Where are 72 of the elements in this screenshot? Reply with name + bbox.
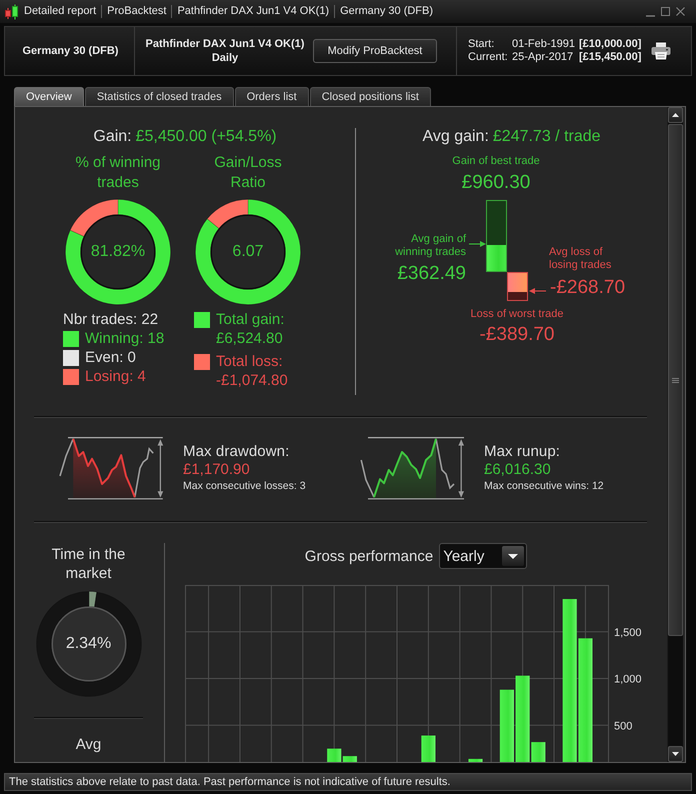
title-part: Pathfinder DAX Jun1 V4 OK(1) bbox=[171, 5, 334, 18]
extreme-label: Max drawdown: bbox=[183, 443, 290, 461]
legend-label: Even: 0 bbox=[85, 348, 136, 367]
legend-label: Losing: 4 bbox=[85, 367, 146, 386]
extreme-note: Max consecutive wins: 12 bbox=[484, 480, 604, 493]
extreme-value: £1,170.90 bbox=[183, 461, 250, 479]
avg-loss-label: Avg loss of losing trades bbox=[549, 246, 612, 273]
y-tick-label: 500 bbox=[614, 720, 632, 732]
avg-gain-label: Avg gain: bbox=[422, 129, 489, 145]
best-trade-value: £960.30 bbox=[462, 172, 530, 194]
system-name: Pathfinder DAX Jun1 V4 OK(1) bbox=[146, 37, 304, 51]
legend-label: Winning: 18 bbox=[85, 329, 164, 348]
leader-arrow bbox=[529, 287, 546, 295]
donut-reading: 81.82% bbox=[90, 243, 146, 261]
close-icon[interactable] bbox=[675, 6, 686, 17]
extreme-label: Max runup: bbox=[484, 443, 560, 461]
disclaimer-text: The statistics above relate to past data. Past performance is not indicative of future results. bbox=[9, 776, 450, 788]
y-tick-label: 1,000 bbox=[614, 674, 642, 686]
caret-icon bbox=[502, 546, 524, 566]
donut-reading: 2.34% bbox=[66, 635, 112, 653]
scrollbar-thumb[interactable] bbox=[668, 124, 683, 636]
gain-label: Gain: bbox=[93, 129, 132, 145]
leader-arrow bbox=[469, 240, 486, 248]
chart-bar bbox=[468, 758, 483, 762]
tab[interactable]: Overview bbox=[14, 87, 84, 106]
best-trade-label: Gain of best trade bbox=[452, 154, 540, 168]
tab[interactable]: Closed positions list bbox=[310, 87, 431, 106]
donut-reading: 6.07 bbox=[232, 243, 264, 261]
capital-amount: [£15,450.00] bbox=[579, 51, 642, 64]
total-label: Total gain: bbox=[216, 310, 284, 329]
panel-title: Avg bbox=[76, 735, 102, 754]
title-part: Germany 30 (DFB) bbox=[334, 5, 438, 18]
printer-icon[interactable] bbox=[651, 42, 672, 60]
chart-title: Gain/Loss Ratio bbox=[213, 153, 283, 193]
instrument-name: Germany 30 (DFB) bbox=[22, 45, 118, 57]
total-label: Total loss: bbox=[216, 352, 283, 371]
grip-icon bbox=[672, 378, 679, 382]
chart-bar bbox=[421, 736, 436, 762]
period-dropdown[interactable]: Yearly bbox=[439, 543, 528, 569]
candlestick-icon bbox=[4, 4, 20, 20]
scroll-up-button[interactable] bbox=[668, 107, 683, 123]
y-tick-label: 1,500 bbox=[614, 626, 642, 639]
extreme-value: £6,016.30 bbox=[484, 461, 551, 479]
title-part: Detailed report bbox=[23, 5, 98, 18]
tab[interactable]: Statistics of closed trades bbox=[84, 87, 234, 106]
avg-gain-label: Avg gain of winning trades bbox=[394, 232, 466, 260]
worst-trade-value: -£389.70 bbox=[480, 324, 554, 346]
maximize-icon[interactable] bbox=[660, 6, 671, 17]
total-value: -£1,074.80 bbox=[216, 371, 288, 390]
scroll-down-button[interactable] bbox=[668, 746, 683, 762]
chart-title: Gross performance bbox=[304, 548, 434, 564]
timeframe-label: Daily bbox=[212, 51, 238, 65]
tab[interactable]: Orders list bbox=[234, 87, 309, 106]
chart-title: % of winning trades bbox=[74, 153, 162, 193]
total-value: £6,524.80 bbox=[216, 329, 283, 348]
avg-gain-amount: £362.49 bbox=[397, 263, 466, 286]
capital-amount: [£10,000.00] bbox=[579, 38, 642, 51]
capital-date: 01-Feb-1991 bbox=[512, 38, 576, 51]
worst-trade-label: Loss of worst trade bbox=[470, 308, 564, 322]
avg-gain-value: £247.73 / trade bbox=[492, 129, 601, 145]
capital-date: 25-Apr-2017 bbox=[512, 51, 574, 64]
up-arrow-icon bbox=[672, 113, 679, 117]
gain-value: £5,450.00 (+54.5%) bbox=[136, 129, 277, 145]
capital-label: Current: bbox=[468, 51, 509, 64]
avg-loss-amount: -£268.70 bbox=[550, 277, 626, 300]
title-part: ProBacktest bbox=[101, 5, 172, 18]
down-arrow-icon bbox=[672, 752, 679, 756]
extreme-note: Max consecutive losses: 3 bbox=[183, 480, 306, 493]
trades-count: Nbr trades: 22 bbox=[63, 310, 158, 329]
modify-button[interactable]: Modify ProBacktest bbox=[313, 39, 437, 63]
capital-label: Start: bbox=[468, 38, 496, 51]
chart-title: Time in the market bbox=[50, 545, 126, 583]
